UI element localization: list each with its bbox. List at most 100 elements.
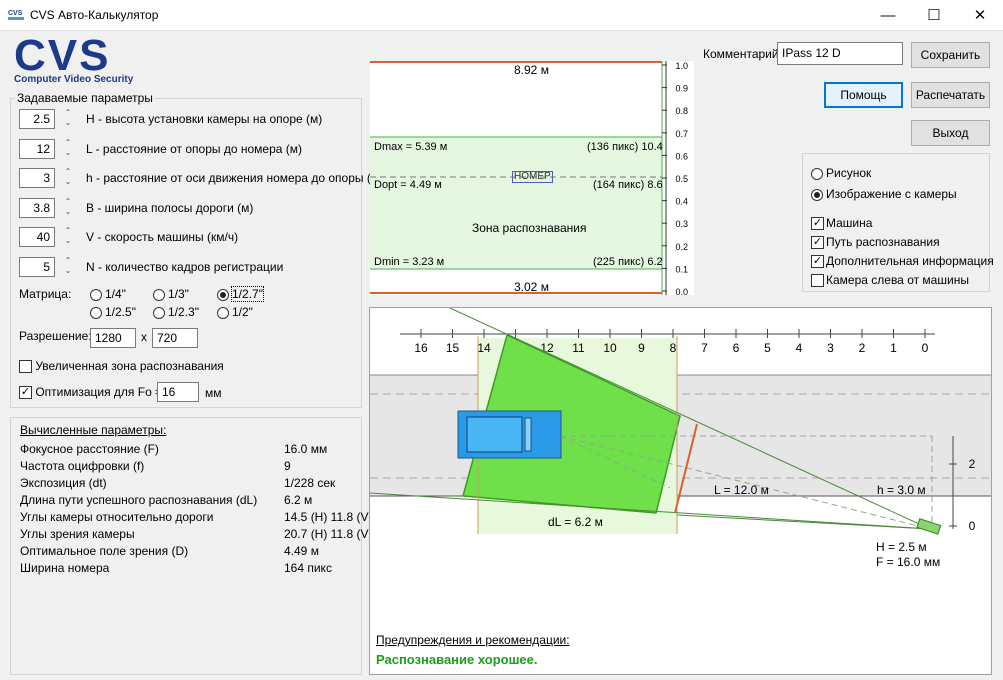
x-tick-label: 9 bbox=[638, 341, 645, 355]
zone-dopt: Dopt = 4.49 м bbox=[374, 179, 442, 191]
zone-scale-tick: 0.8 bbox=[675, 106, 688, 116]
x-tick-label: 8 bbox=[670, 341, 677, 355]
optimize-box[interactable]: ✓ bbox=[19, 386, 32, 400]
x-tick-label: 3 bbox=[827, 341, 834, 355]
zone-bottom-width: 3.02 м bbox=[514, 280, 549, 294]
radio-icon[interactable] bbox=[217, 306, 229, 319]
matrix-option-3[interactable]: 1/2.5" bbox=[90, 305, 136, 319]
enlarged-zone-box[interactable] bbox=[19, 360, 32, 374]
view-option-1[interactable]: Изображение с камеры bbox=[811, 187, 957, 201]
y-tick-label: 2 bbox=[969, 457, 976, 471]
checkbox-icon[interactable]: ✓ bbox=[811, 217, 824, 231]
param-label-2: h - расстояние от оси движения номера до… bbox=[86, 171, 384, 185]
param-input-4[interactable]: 40 bbox=[19, 227, 55, 247]
radio-icon[interactable] bbox=[811, 167, 823, 180]
window-title: CVS Авто-Калькулятор bbox=[30, 8, 159, 22]
diagram-F-label: F = 16.0 мм bbox=[876, 555, 941, 569]
radio-icon[interactable] bbox=[217, 288, 229, 301]
resolution-x: x bbox=[141, 330, 147, 344]
camera-icon bbox=[916, 518, 942, 535]
param-input-3[interactable]: 3.8 bbox=[19, 197, 55, 218]
save-button[interactable]: Сохранить bbox=[911, 42, 990, 68]
computed-value-3: 6.2 м bbox=[284, 493, 313, 507]
checkbox-icon[interactable]: ✓ bbox=[811, 255, 824, 269]
warnings-text: Распознавание хорошее. bbox=[376, 652, 538, 667]
view-option-label: Изображение с камеры bbox=[826, 187, 957, 201]
close-button[interactable]: ✕ bbox=[957, 0, 1003, 31]
radio-icon[interactable] bbox=[153, 306, 165, 319]
computed-label-1: Частота оцифровки (f) bbox=[20, 459, 145, 473]
zone-scale-tick: 0.5 bbox=[675, 174, 688, 184]
checkbox-icon[interactable]: ✓ bbox=[811, 236, 824, 250]
display-check-0[interactable]: ✓ Машина bbox=[811, 216, 872, 231]
display-check-1[interactable]: ✓ Путь распознавания bbox=[811, 235, 940, 250]
spin-arrows-icon[interactable]: ⌃ ⌄ bbox=[61, 197, 75, 219]
x-tick-label: 14 bbox=[477, 341, 491, 355]
maximize-button[interactable]: ☐ bbox=[911, 0, 957, 31]
matrix-option-5[interactable]: 1/2" bbox=[217, 305, 253, 319]
x-tick-label: 0 bbox=[922, 341, 929, 355]
exit-button[interactable]: Выход bbox=[911, 120, 990, 146]
radio-icon[interactable] bbox=[90, 306, 102, 319]
spin-arrows-icon[interactable]: ⌃ ⌄ bbox=[61, 108, 75, 130]
zone-scale-tick: 0.4 bbox=[675, 197, 688, 207]
resolution-width-input[interactable]: 1280 bbox=[90, 328, 136, 348]
optimize-checkbox[interactable]: ✓ Оптимизация для Fo = bbox=[19, 385, 162, 400]
matrix-option-label: 1/2" bbox=[232, 305, 253, 319]
zone-dopt-right: (164 пикс) 8.6 bbox=[593, 179, 663, 191]
computed-value-4: 14.5 (H) 11.8 (V) bbox=[284, 510, 373, 524]
radio-icon[interactable] bbox=[90, 288, 102, 301]
resolution-height-input[interactable]: 720 bbox=[152, 328, 198, 348]
diagram-H-label: H = 2.5 м bbox=[876, 540, 927, 554]
param-input-0[interactable]: 2.5 bbox=[19, 109, 55, 129]
matrix-option-1[interactable]: 1/3" bbox=[153, 287, 189, 301]
view-option-0[interactable]: Рисунок bbox=[811, 166, 871, 180]
display-check-2[interactable]: ✓ Дополнительная информация bbox=[811, 254, 994, 269]
computed-label-3: Длина пути успешного распознавания (dL) bbox=[20, 493, 258, 507]
param-input-1[interactable]: 12 bbox=[19, 138, 55, 159]
help-button[interactable]: Помощь bbox=[824, 82, 903, 108]
computed-label-6: Оптимальное поле зрения (D) bbox=[20, 544, 189, 558]
matrix-option-2[interactable]: 1/2.7" bbox=[217, 286, 264, 302]
title-bar: CVS CVS Авто-Калькулятор — ☐ ✕ bbox=[0, 0, 1003, 31]
enlarged-zone-checkbox[interactable]: Увеличенная зона распознавания bbox=[19, 359, 224, 374]
matrix-option-4[interactable]: 1/2.3" bbox=[153, 305, 199, 319]
spin-arrows-icon[interactable]: ⌃ ⌄ bbox=[61, 256, 75, 278]
matrix-label: Матрица: bbox=[19, 287, 72, 301]
zone-dmax-right: (136 пикс) 10.4 bbox=[587, 141, 663, 153]
x-tick-label: 6 bbox=[733, 341, 740, 355]
computed-title: Вычисленные параметры: bbox=[20, 423, 167, 437]
optimize-fo-input[interactable]: 16 bbox=[157, 382, 199, 402]
spin-arrows-icon[interactable]: ⌃ ⌄ bbox=[61, 167, 75, 189]
zone-label: Зона распознавания bbox=[472, 221, 587, 235]
zone-dmax: Dmax = 5.39 м bbox=[374, 141, 448, 153]
minimize-button[interactable]: — bbox=[865, 0, 911, 31]
param-label-1: L - расстояние от опоры до номера (м) bbox=[86, 141, 302, 156]
comment-label: Комментарий bbox=[703, 47, 779, 61]
view-option-label: Рисунок bbox=[826, 166, 872, 180]
zone-scale-tick: 0.0 bbox=[675, 287, 688, 295]
param-label-4: V - скорость машины (км/ч) bbox=[86, 230, 239, 244]
param-input-5[interactable]: 5 bbox=[19, 256, 55, 277]
radio-icon[interactable] bbox=[153, 288, 165, 301]
param-input-2[interactable]: 3 bbox=[19, 168, 55, 188]
spin-arrows-icon[interactable]: ⌃ ⌄ bbox=[61, 138, 75, 160]
x-tick-label: 15 bbox=[446, 341, 460, 355]
cvs-logo: CVS Computer Video Security bbox=[12, 31, 162, 86]
display-check-3[interactable]: Камера слева от машины bbox=[811, 273, 969, 288]
x-tick-label: 4 bbox=[796, 341, 803, 355]
print-button[interactable]: Распечатать bbox=[911, 82, 990, 108]
zone-scale-tick: 0.9 bbox=[675, 84, 688, 94]
diagram-h-label: h = 3.0 м bbox=[877, 483, 926, 497]
zone-scale-tick: 0.7 bbox=[675, 129, 688, 139]
computed-label-5: Углы зрения камеры bbox=[20, 527, 135, 541]
computed-value-6: 4.49 м bbox=[284, 544, 319, 558]
radio-icon[interactable] bbox=[811, 188, 823, 201]
spin-arrows-icon[interactable]: ⌃ ⌄ bbox=[61, 226, 75, 248]
matrix-option-0[interactable]: 1/4" bbox=[90, 287, 126, 301]
display-check-label: Камера слева от машины bbox=[826, 273, 969, 287]
comment-input[interactable]: IPass 12 D bbox=[777, 42, 903, 65]
x-tick-label: 16 bbox=[414, 341, 428, 355]
checkbox-icon[interactable] bbox=[811, 274, 824, 288]
enlarged-zone-label: Увеличенная зона распознавания bbox=[35, 359, 224, 373]
